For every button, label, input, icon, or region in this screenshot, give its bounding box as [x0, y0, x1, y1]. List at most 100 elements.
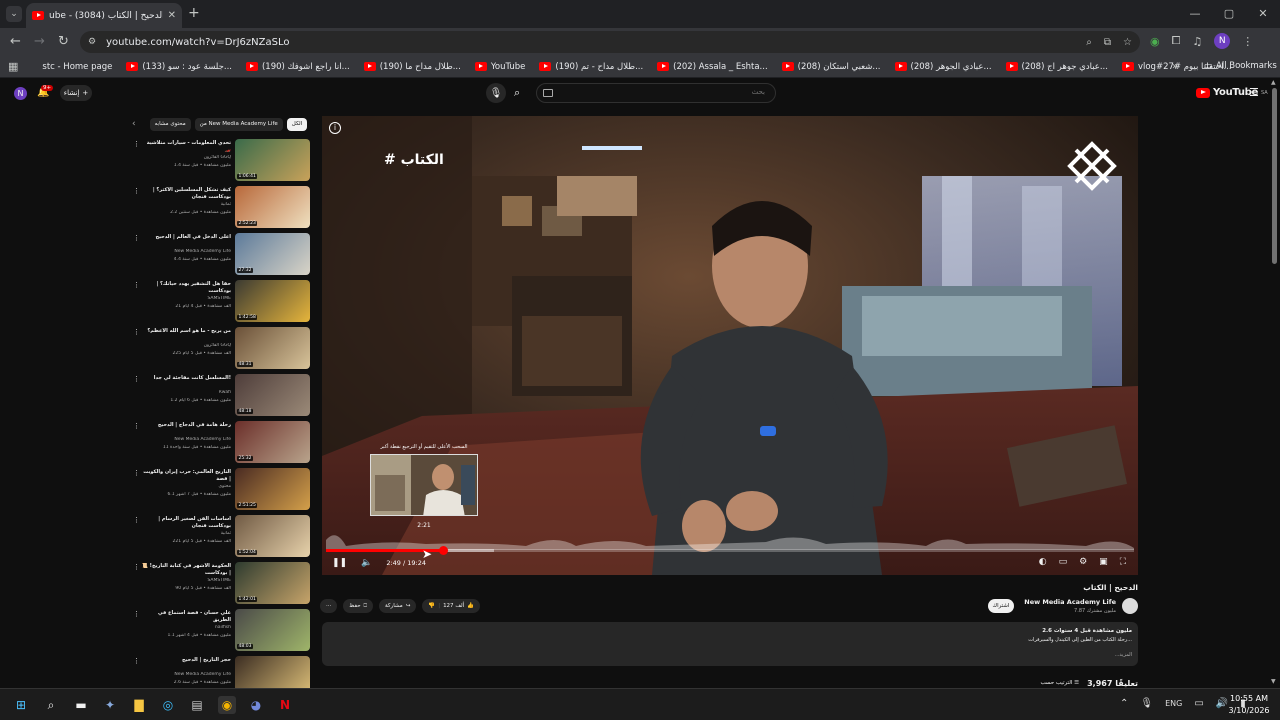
media-controls-icon[interactable]: ♫	[1192, 35, 1202, 48]
recommendation-channel[interactable]: SAMSTIME	[141, 578, 231, 583]
bookmarks-overflow-icon[interactable]: »	[1172, 61, 1178, 72]
info-icon[interactable]: i	[329, 122, 341, 134]
copilot-icon[interactable]: ✦	[101, 696, 119, 714]
recommendation-thumbnail[interactable]: 1:42:58	[235, 280, 310, 322]
reload-icon[interactable]: ↻	[58, 34, 69, 49]
subtitles-icon[interactable]: ▭	[1059, 557, 1068, 567]
progress-bar[interactable]	[326, 546, 1134, 555]
recommendation-channel[interactable]: ثمانية	[141, 531, 231, 536]
chevron-left-icon[interactable]: ‹	[132, 119, 136, 129]
minimize-button[interactable]: —	[1178, 0, 1212, 28]
new-tab-button[interactable]: +	[188, 5, 200, 21]
recommendation-title[interactable]: حجر التاريخ | الدحيح	[141, 657, 231, 664]
recommendation-thumbnail[interactable]: 48:18	[235, 374, 310, 416]
voice-search-icon[interactable]: 🎙	[486, 83, 506, 103]
channel-info[interactable]: New Media Academy Life 7.87 مليون مشترك	[1000, 598, 1138, 618]
recommendation-channel[interactable]: SAMSTIME	[141, 296, 231, 301]
bookmark-item[interactable]: (208) عبادي جوهر اج...	[1005, 62, 1108, 72]
recommendation-title[interactable]: التاريخ العالمي: حرب إيران والكويت | قصة	[141, 469, 231, 483]
recommendation-title[interactable]: رحلة هامة في الدجاج | الدحيح	[141, 422, 231, 429]
page-scrollbar[interactable]: ▲ ▼	[1268, 78, 1280, 688]
kebab-menu-icon[interactable]: ⋮	[133, 187, 140, 195]
show-more-link[interactable]: ...المزيد	[1115, 652, 1132, 658]
language-indicator[interactable]: ENG	[1165, 699, 1182, 708]
recommendation-channel[interactable]: ثمانية	[141, 202, 231, 207]
recommendation-channel[interactable]: nailfish	[141, 625, 231, 630]
search-icon[interactable]: ⌕	[514, 86, 520, 100]
channel-avatar[interactable]	[1122, 598, 1138, 614]
chip-related[interactable]: محتوى مشابه	[149, 117, 191, 131]
profile-avatar[interactable]: N	[1214, 33, 1231, 49]
fullscreen-icon[interactable]: ⛶	[1120, 557, 1126, 567]
discord-icon[interactable]: ◕	[247, 696, 265, 714]
kebab-menu-icon[interactable]: ⋮	[133, 610, 140, 618]
kebab-menu-icon[interactable]: ⋮	[133, 281, 140, 289]
netflix-icon[interactable]: N	[276, 696, 294, 714]
autoplay-toggle-icon[interactable]: ◐	[1039, 557, 1047, 567]
chip-all[interactable]: الكل	[286, 117, 308, 131]
apps-grid-icon[interactable]: ▦	[8, 60, 18, 73]
recommendation-thumbnail[interactable]: 48:03	[235, 609, 310, 651]
recommendation-channel[interactable]: Rwafi	[141, 390, 231, 395]
kebab-menu-icon[interactable]: ⋮	[133, 563, 140, 571]
tab-close-icon[interactable]: ✕	[168, 10, 176, 21]
settings-gear-icon[interactable]: ⚙	[1079, 557, 1087, 567]
scroll-up-icon[interactable]: ▲	[1271, 79, 1276, 86]
cast-icon[interactable]: ⧉	[1104, 37, 1111, 48]
recommendation-channel[interactable]: New Media Academy Life	[141, 672, 231, 677]
create-button[interactable]: إنشاء +	[60, 85, 92, 101]
windows-start-icon[interactable]: ⊞	[12, 696, 30, 714]
kebab-menu-icon[interactable]: ⋮	[133, 469, 140, 477]
bookmark-item[interactable]: (208) عبادي الجوهر...	[894, 62, 992, 72]
recommendation-title[interactable]: أساسات الفن لصغير الرسام | بودكاست فنجان	[141, 516, 231, 530]
recommendation-item[interactable]: ⋮ 48:03 علي حسان - قصة استماع في الطريق nai…	[130, 609, 310, 656]
more-actions-button[interactable]: ···	[320, 599, 338, 613]
url-text[interactable]: youtube.com/watch?v=DrJ6zNZaSLo	[106, 37, 1074, 48]
share-button[interactable]: مشاركة ↪	[378, 599, 417, 613]
active-tab[interactable]: ube - (3084) الدحيح | الكتاب ✕	[26, 3, 182, 28]
forward-arrow-icon[interactable]: →	[34, 34, 45, 49]
recommendation-item[interactable]: ⋮ 25:44 حجر التاريخ | الدحيح New Media Acad…	[130, 656, 310, 688]
miniplayer-icon[interactable]: ▣	[1099, 557, 1108, 567]
recommendation-item[interactable]: ⋮ 2:52:23 كيف تشكّل المسلسلين الأكثر؟ | بو…	[130, 186, 310, 233]
recommendation-title[interactable]: أعلى الدخل في العالم | الدحيح	[141, 234, 231, 241]
recommendation-thumbnail[interactable]: 1:52:04	[235, 515, 310, 557]
recommendation-thumbnail[interactable]: 2:52:23	[235, 186, 310, 228]
recommendation-channel[interactable]: New Media Academy Life	[141, 437, 231, 442]
hamburger-menu-icon[interactable]: ☰	[1249, 86, 1259, 99]
kebab-menu-icon[interactable]: ⋮	[133, 234, 140, 242]
back-arrow-icon[interactable]: ←	[10, 34, 21, 49]
keyboard-icon[interactable]	[543, 89, 553, 97]
microphone-icon[interactable]: 🎙	[1140, 698, 1153, 709]
bookmark-item[interactable]: (190) طلال مداح ما...	[363, 62, 461, 72]
subscribe-button[interactable]: اشتراك	[988, 599, 1014, 613]
recommendation-item[interactable]: ⋮ 48:31 من يربح - ما هو اسم الله الأعظم؟ ال…	[130, 327, 310, 374]
store-icon[interactable]: ▤	[188, 696, 206, 714]
tab-search-button[interactable]: ⌄	[6, 6, 22, 22]
recommendation-item[interactable]: ⋮ 27:32 أعلى الدخل في العالم | الدحيح New M…	[130, 233, 310, 280]
bookmark-item[interactable]: (190) انا راجع اشوفك...	[245, 62, 350, 72]
search-icon[interactable]: ⌕	[42, 696, 60, 714]
recommendation-item[interactable]: ⋮ 25:32 رحلة هامة في الدجاج | الدحيح New Me…	[130, 421, 310, 468]
recommendation-title[interactable]: الحكومة الأشهر في كتابة التاريخ! 📜 | بود…	[141, 563, 231, 577]
site-info-icon[interactable]: ⚙	[88, 37, 96, 47]
recommendation-title[interactable]: حقاً هل التشفير يهدد حياتك؟ | بودكاست	[141, 281, 231, 295]
recommendation-thumbnail[interactable]: 48:31	[235, 327, 310, 369]
kebab-menu-icon[interactable]: ⋮	[133, 516, 140, 524]
bookmark-item[interactable]: (133) جلسة عود : سو...	[126, 62, 232, 72]
kebab-menu-icon[interactable]: ⋮	[133, 375, 140, 383]
kebab-menu-icon[interactable]: ⋮	[133, 657, 140, 665]
channel-brand-icon[interactable]	[1066, 140, 1118, 192]
scroll-down-icon[interactable]: ▼	[1271, 678, 1276, 685]
recommendation-title[interactable]: علي حسان - قصة استماع في الطريق	[141, 610, 231, 624]
dislike-icon[interactable]: 👎	[428, 603, 435, 609]
chrome-icon[interactable]: ◉	[218, 696, 236, 714]
bookmark-item[interactable]: (190) طلال مداح - تم...	[539, 62, 643, 72]
recommendation-thumbnail[interactable]: 25:44	[235, 656, 310, 688]
recommendation-title[interactable]: كيف تشكّل المسلسلين الأكثر؟ | بودكاست فن…	[141, 187, 231, 201]
recommendation-channel[interactable]: New Media Academy Life	[141, 249, 231, 254]
kebab-menu-icon[interactable]: ⋮	[133, 328, 140, 336]
close-window-button[interactable]: ✕	[1246, 0, 1280, 28]
pause-icon[interactable]: ❚❚	[332, 558, 347, 568]
tray-overflow-icon[interactable]: ⌃	[1120, 698, 1128, 709]
